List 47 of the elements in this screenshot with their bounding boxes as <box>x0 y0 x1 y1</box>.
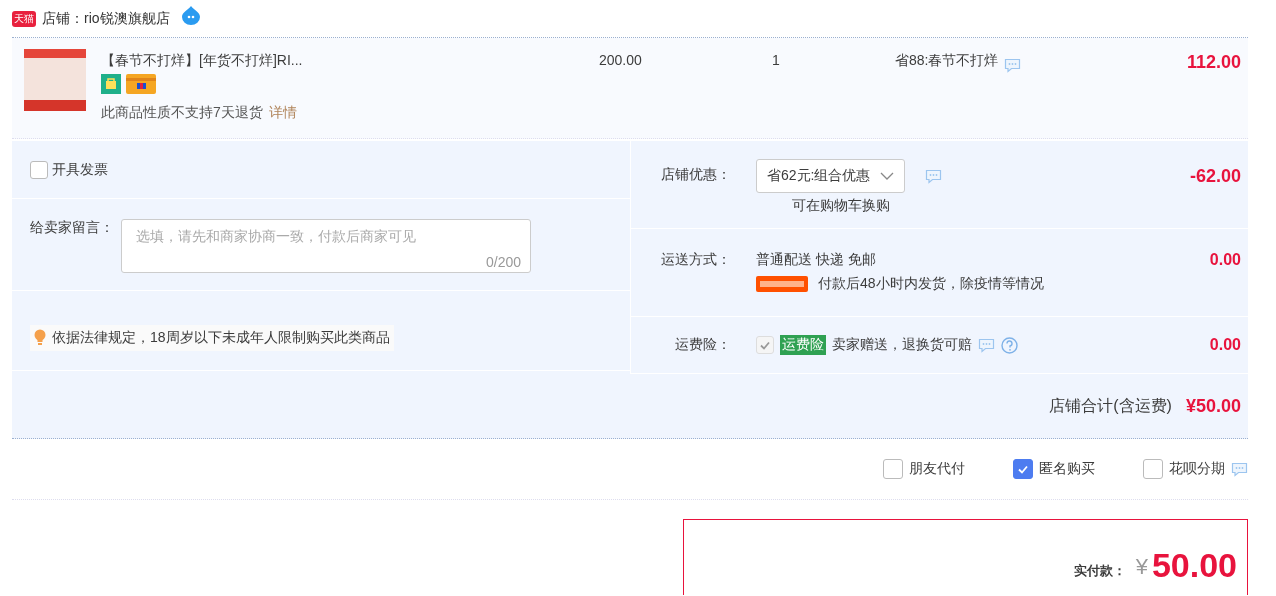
lightbulb-icon <box>34 329 46 346</box>
shop-total-amount: ¥50.00 <box>1185 395 1241 417</box>
invoice-label: 开具发票 <box>52 160 108 179</box>
amount: 0.00 <box>1209 251 1242 270</box>
shop-total-label: 店铺合计(含运费) <box>1049 395 1172 416</box>
item-subtotal: 112.00 <box>1185 51 1242 73</box>
field-label: 店铺优惠： <box>660 165 731 184</box>
payment-label: 实付款： <box>1073 562 1126 580</box>
product-photo[interactable] <box>24 49 86 111</box>
field-label: 运送方式： <box>660 251 731 269</box>
checkbox[interactable] <box>883 459 903 479</box>
store-logo: 天猫 <box>12 10 36 27</box>
chevron-down-icon <box>880 172 895 180</box>
shipping-badge-icon <box>756 276 808 292</box>
legal-notice-text: 依据法律规定，18周岁以下未成年人限制购买此类商品 <box>52 328 390 347</box>
character-counter: 0/200 <box>485 254 521 270</box>
shipping-note: 付款后48小时内发货，除疫情等情况 <box>818 275 1044 293</box>
amount: -62.00 <box>1189 165 1242 188</box>
checkbox[interactable] <box>1013 459 1033 479</box>
checkbox[interactable] <box>1143 459 1163 479</box>
message-label: 给卖家留言： <box>30 219 115 237</box>
exchange-note: 可在购物车换购 <box>792 197 891 215</box>
chat-icon[interactable] <box>1231 461 1248 477</box>
product-title[interactable]: 【春节不打烊】[年货不打烊]RI... <box>101 52 581 70</box>
insurance-note: 卖家赠送，退换货可赔 <box>832 336 972 354</box>
discount-label: 省88:春节不打烊 <box>895 52 999 70</box>
card-icon <box>126 74 156 94</box>
option-label: 花呗分期 <box>1169 460 1225 478</box>
option-label: 朋友代付 <box>909 460 965 478</box>
chat-icon[interactable] <box>978 337 995 353</box>
shipping-method: 普通配送 快递 免邮 <box>756 251 877 269</box>
checkbox[interactable] <box>30 160 48 179</box>
field-label: 运费险： <box>674 336 731 354</box>
amount: 0.00 <box>1209 336 1242 354</box>
shop-name[interactable]: 店铺：rio锐澳旗舰店 <box>42 9 170 28</box>
discount-dropdown[interactable]: 省62元:组合优惠 <box>756 159 906 193</box>
option-label: 匿名购买 <box>1039 460 1095 478</box>
payment-amount: 50.00 <box>1151 548 1237 582</box>
unit-price: 200.00 <box>599 51 643 68</box>
chat-icon[interactable] <box>925 168 943 184</box>
currency-symbol: ¥ <box>1135 554 1148 580</box>
help-icon[interactable] <box>1001 336 1018 354</box>
quantity: 1 <box>772 51 781 68</box>
return-policy-note: 此商品性质不支持7天退货 <box>101 104 263 120</box>
chat-icon[interactable] <box>1004 58 1022 73</box>
insurance-tag: 运费险 <box>780 335 826 355</box>
bag-icon <box>101 74 121 94</box>
